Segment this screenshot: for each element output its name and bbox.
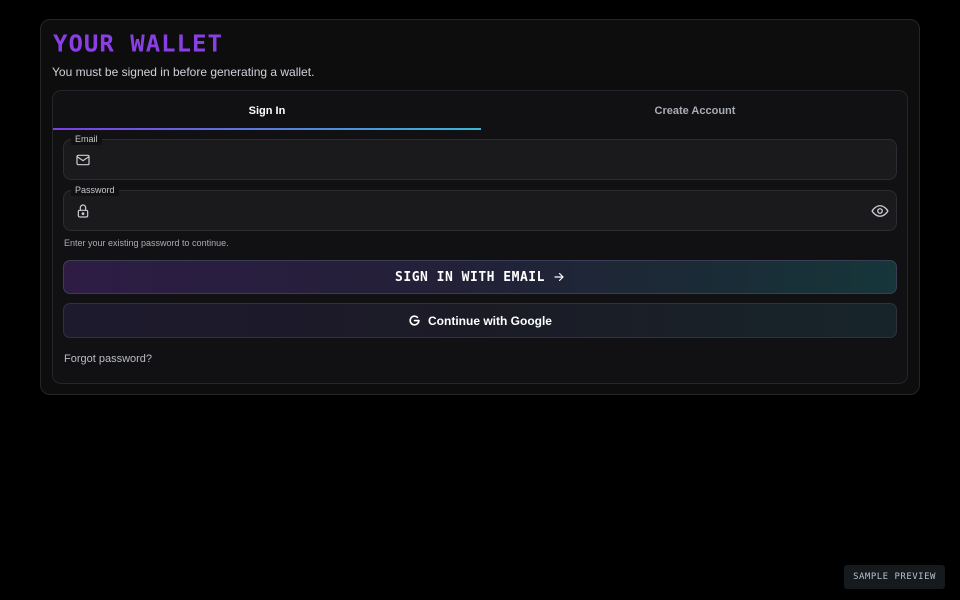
password-field[interactable]: Password <box>63 184 897 231</box>
password-hint: Enter your existing password to continue… <box>64 238 229 248</box>
wallet-card: YOUR WALLET You must be signed in before… <box>40 19 920 395</box>
sample-preview-badge: SAMPLE PREVIEW <box>844 565 945 589</box>
forgot-password-link[interactable]: Forgot password? <box>64 353 152 365</box>
lock-icon <box>77 204 89 218</box>
eye-icon[interactable] <box>871 202 889 220</box>
google-sign-in-button[interactable]: Continue with Google <box>63 303 897 338</box>
tab-create-account[interactable]: Create Account <box>481 91 907 130</box>
password-input[interactable] <box>104 191 844 230</box>
google-icon <box>409 315 420 326</box>
mail-icon <box>76 154 90 166</box>
sign-in-email-label: SIGN IN WITH EMAIL <box>395 269 545 285</box>
wallet-subtitle: You must be signed in before generating … <box>52 65 315 79</box>
email-label: Email <box>71 133 102 145</box>
email-input[interactable] <box>104 140 844 179</box>
auth-tabs: Sign In Create Account <box>53 91 907 130</box>
email-field[interactable]: Email <box>63 133 897 180</box>
auth-panel: Sign In Create Account Email Password En… <box>52 90 908 384</box>
active-tab-indicator <box>53 128 481 130</box>
tab-sign-in[interactable]: Sign In <box>53 91 481 130</box>
sign-in-email-button[interactable]: SIGN IN WITH EMAIL <box>63 260 897 294</box>
wallet-title: YOUR WALLET <box>53 30 223 58</box>
google-sign-in-label: Continue with Google <box>428 313 552 328</box>
arrow-right-icon <box>554 272 564 282</box>
